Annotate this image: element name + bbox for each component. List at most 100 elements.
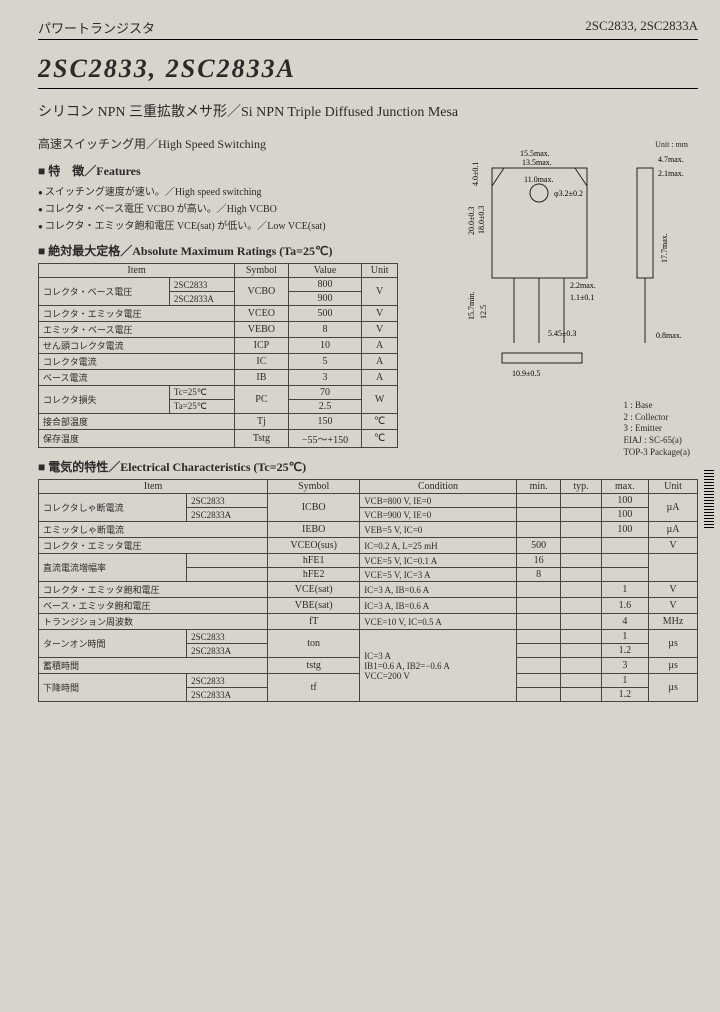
table-cell: 500 xyxy=(516,538,561,554)
table-cell xyxy=(561,644,601,658)
pin-legend: 1 : Base 2 : Collector 3 : Emitter EIAJ … xyxy=(623,400,690,458)
dim-lead-len: 15.7min. xyxy=(467,292,476,320)
table-cell: 2SC2833 xyxy=(169,278,234,292)
table-cell: IC=3 A, IB=0.6 A xyxy=(360,598,517,614)
table-cell: 900 xyxy=(288,292,362,306)
table-cell: 接合部温度 xyxy=(39,414,235,430)
table-cell xyxy=(561,658,601,674)
dim-thick: 0.8max. xyxy=(656,331,682,340)
table-cell: 100 xyxy=(601,494,648,508)
table-cell xyxy=(601,554,648,568)
col-max: max. xyxy=(601,480,648,494)
table-cell: A xyxy=(362,370,398,386)
table-cell xyxy=(561,554,601,568)
table-cell: µs xyxy=(649,674,698,702)
table-cell: µs xyxy=(649,630,698,658)
table-cell: 1 xyxy=(601,674,648,688)
table-cell: VCE=5 V, IC=3 A xyxy=(360,568,517,582)
table-cell: 3 xyxy=(288,370,362,386)
table-cell: 2SC2833 xyxy=(187,674,268,688)
table-cell: VCEO(sus) xyxy=(268,538,360,554)
table-cell: V xyxy=(362,306,398,322)
table-cell: コレクタ・エミッタ電圧 xyxy=(39,538,268,554)
table-cell: 1 xyxy=(601,582,648,598)
table-cell: 5 xyxy=(288,354,362,370)
table-cell: 3 xyxy=(601,658,648,674)
table-cell: 4 xyxy=(601,614,648,630)
table-cell: コレクタしゃ断電流 xyxy=(39,494,187,522)
table-cell: IC=0.2 A, L=25 mH xyxy=(360,538,517,554)
table-cell: A xyxy=(362,354,398,370)
col-symbol: Symbol xyxy=(235,264,288,278)
table-cell: 2SC2833A xyxy=(187,508,268,522)
barcode-icon xyxy=(704,470,714,530)
table-cell: ton xyxy=(268,630,360,658)
table-cell: ベース電流 xyxy=(39,370,235,386)
table-cell: µs xyxy=(649,658,698,674)
table-cell xyxy=(516,522,561,538)
table-cell: 150 xyxy=(288,414,362,430)
electrical-heading: 電気的特性／Electrical Characteristics (Tc=25℃… xyxy=(38,458,698,475)
table-cell: エミッタ・ベース電圧 xyxy=(39,322,235,338)
table-cell: Tj xyxy=(235,414,288,430)
pkg-code-1: EIAJ : SC-65(a) xyxy=(623,435,690,447)
table-cell: コレクタ電流 xyxy=(39,354,235,370)
col-item: Item xyxy=(39,264,235,278)
dim-w-slot: 11.0max. xyxy=(524,175,553,184)
table-cell xyxy=(561,674,601,688)
col-typ: typ. xyxy=(561,480,601,494)
dim-top-offset: 4.0±0.1 xyxy=(471,162,480,186)
table-cell xyxy=(516,614,561,630)
table-cell xyxy=(516,508,561,522)
table-cell: 2.5 xyxy=(288,400,362,414)
table-cell xyxy=(649,554,698,582)
table-cell: IC xyxy=(235,354,288,370)
table-cell: V xyxy=(362,322,398,338)
dim-h1: 20.0±0.3 xyxy=(467,207,476,235)
table-cell: 100 xyxy=(601,522,648,538)
table-cell: VCB=800 V, IE=0 xyxy=(360,494,517,508)
table-cell: 16 xyxy=(516,554,561,568)
col-symbol: Symbol xyxy=(268,480,360,494)
table-cell: VCE=10 V, IC=0.5 A xyxy=(360,614,517,630)
table-cell: Tc=25℃ xyxy=(169,386,234,400)
table-cell: ターンオン時間 xyxy=(39,630,187,658)
table-cell: せん頭コレクタ電流 xyxy=(39,338,235,354)
dim-h2: 18.0±0.3 xyxy=(477,206,486,234)
table-cell: 1.2 xyxy=(601,688,648,702)
table-cell: 1.2 xyxy=(601,644,648,658)
table-cell: V xyxy=(649,538,698,554)
table-cell: IC=3 A, IB=0.6 A xyxy=(360,582,517,598)
table-cell: ICBO xyxy=(268,494,360,522)
table-cell: エミッタしゃ断電流 xyxy=(39,522,268,538)
table-cell: PC xyxy=(235,386,288,414)
table-cell xyxy=(561,614,601,630)
table-cell xyxy=(516,674,561,688)
header-partno: 2SC2833, 2SC2833A xyxy=(585,18,698,37)
subtitle: シリコン NPN 三重拡散メサ形／Si NPN Triple Diffused … xyxy=(38,101,698,121)
table-cell: 保存温度 xyxy=(39,430,235,448)
page-header: パワートランジスタ 2SC2833, 2SC2833A xyxy=(38,18,698,40)
ratings-table: Item Symbol Value Unit コレクタ・ベース電圧2SC2833… xyxy=(38,263,398,448)
table-cell xyxy=(601,568,648,582)
table-cell: 8 xyxy=(288,322,362,338)
table-cell xyxy=(516,644,561,658)
page-title: 2SC2833, 2SC2833A xyxy=(38,54,698,89)
table-cell: 2SC2833A xyxy=(169,292,234,306)
table-cell xyxy=(561,688,601,702)
table-cell: コレクタ・エミッタ電圧 xyxy=(39,306,235,322)
table-cell: VEBO xyxy=(235,322,288,338)
table-cell: 500 xyxy=(288,306,362,322)
unit-label: Unit : mm xyxy=(655,140,688,149)
dim-pitch: 5.45±0.3 xyxy=(548,329,576,338)
table-cell: VCEO xyxy=(235,306,288,322)
table-cell: 8 xyxy=(516,568,561,582)
pin-3: 3 : Emitter xyxy=(623,423,690,435)
dim-lead-w: 1.1±0.1 xyxy=(570,293,594,302)
col-condition: Condition xyxy=(360,480,517,494)
table-cell xyxy=(561,508,601,522)
table-cell: 10 xyxy=(288,338,362,354)
table-cell xyxy=(561,630,601,644)
dim-lead-gap: 12.5 xyxy=(479,305,488,319)
table-cell xyxy=(561,494,601,508)
